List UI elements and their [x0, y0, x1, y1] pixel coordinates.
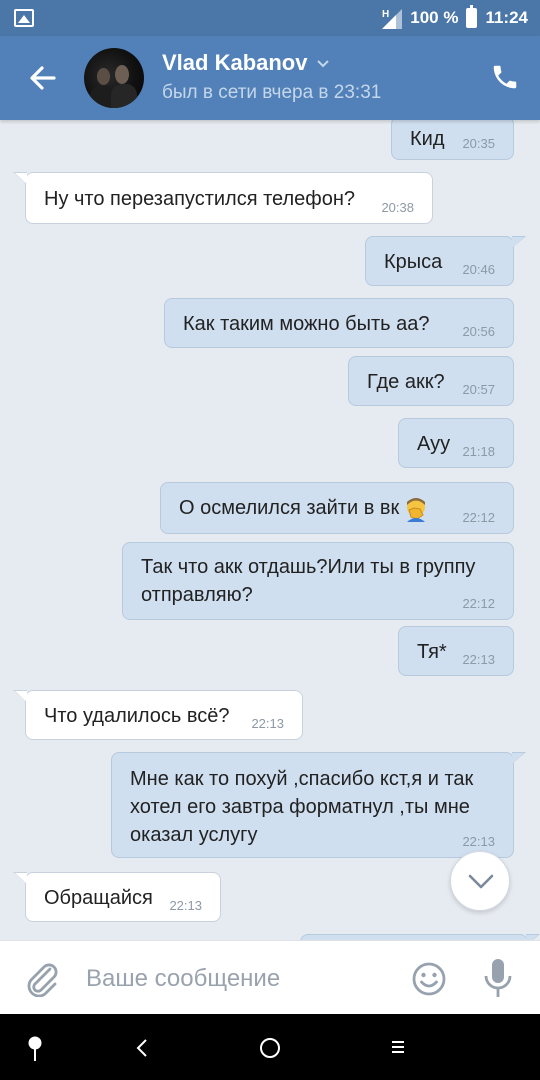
status-bar: H 100 % 11:24	[0, 0, 540, 36]
message-bubble-outgoing[interactable]: Крыса 20:46	[365, 236, 526, 286]
phone-icon[interactable]	[490, 62, 520, 92]
battery-percent: 100 %	[410, 8, 459, 27]
arrow-left-icon[interactable]	[24, 58, 64, 98]
message-bubble-outgoing[interactable]: О осмелился зайти в вк 22:12	[160, 482, 514, 534]
signal-icon: H	[380, 7, 403, 29]
microphone-icon[interactable]	[482, 957, 514, 999]
message-bubble-outgoing[interactable]: Ауу 21:18	[398, 418, 514, 468]
contact-name[interactable]: Vlad Kabanov	[162, 50, 330, 76]
message-bubble-outgoing[interactable]: Мне как то похуй ,спасибо кст,я и так хо…	[111, 752, 526, 858]
smile-icon[interactable]	[411, 961, 447, 997]
pin-icon[interactable]	[26, 1036, 44, 1062]
message-bubble-incoming[interactable]: Ну что перезапустился телефон? 20:38	[13, 172, 433, 224]
message-bubble-incoming[interactable]: Обращайся 22:13	[13, 872, 221, 922]
message-input[interactable]: Ваше сообщение	[86, 965, 280, 993]
message-bubble-outgoing[interactable]: Где акк? 20:57	[348, 356, 514, 406]
chevron-down-icon	[317, 60, 330, 68]
message-bubble-outgoing[interactable]: Тя* 22:13	[398, 626, 514, 676]
scroll-to-bottom-button[interactable]	[450, 851, 510, 911]
system-navigation-bar	[0, 1014, 540, 1080]
avatar[interactable]	[84, 48, 144, 108]
message-composer: Ваше сообщение	[0, 940, 540, 1014]
facepalm-emoji-icon	[407, 497, 426, 522]
message-bubble-outgoing[interactable]: Так что акк отдашь?Или ты в группу отпра…	[122, 542, 514, 620]
svg-text:H: H	[382, 9, 389, 20]
status-right: H 100 % 11:24	[380, 0, 528, 36]
chevron-down-icon	[468, 874, 494, 889]
chat-header: Vlad Kabanov был в сети вчера в 23:31	[0, 36, 540, 120]
nav-back-icon[interactable]	[134, 1038, 150, 1058]
paperclip-icon[interactable]	[24, 959, 60, 997]
message-bubble-incoming[interactable]: Что удалилось всё? 22:13	[13, 690, 303, 740]
message-list[interactable]: Кид 20:35 Ну что перезапустился телефон?…	[0, 120, 540, 940]
last-seen-status: был в сети вчера в 23:31	[162, 82, 382, 103]
clock: 11:24	[485, 8, 528, 27]
message-bubble-outgoing[interactable]: Как таким можно быть аа? 20:56	[164, 298, 514, 348]
nav-menu-icon[interactable]	[390, 1039, 406, 1055]
battery-icon	[466, 5, 478, 28]
nav-home-icon[interactable]	[260, 1038, 280, 1058]
gallery-notification-icon	[14, 9, 34, 27]
message-bubble-outgoing[interactable]: Кид 20:35	[391, 120, 514, 160]
